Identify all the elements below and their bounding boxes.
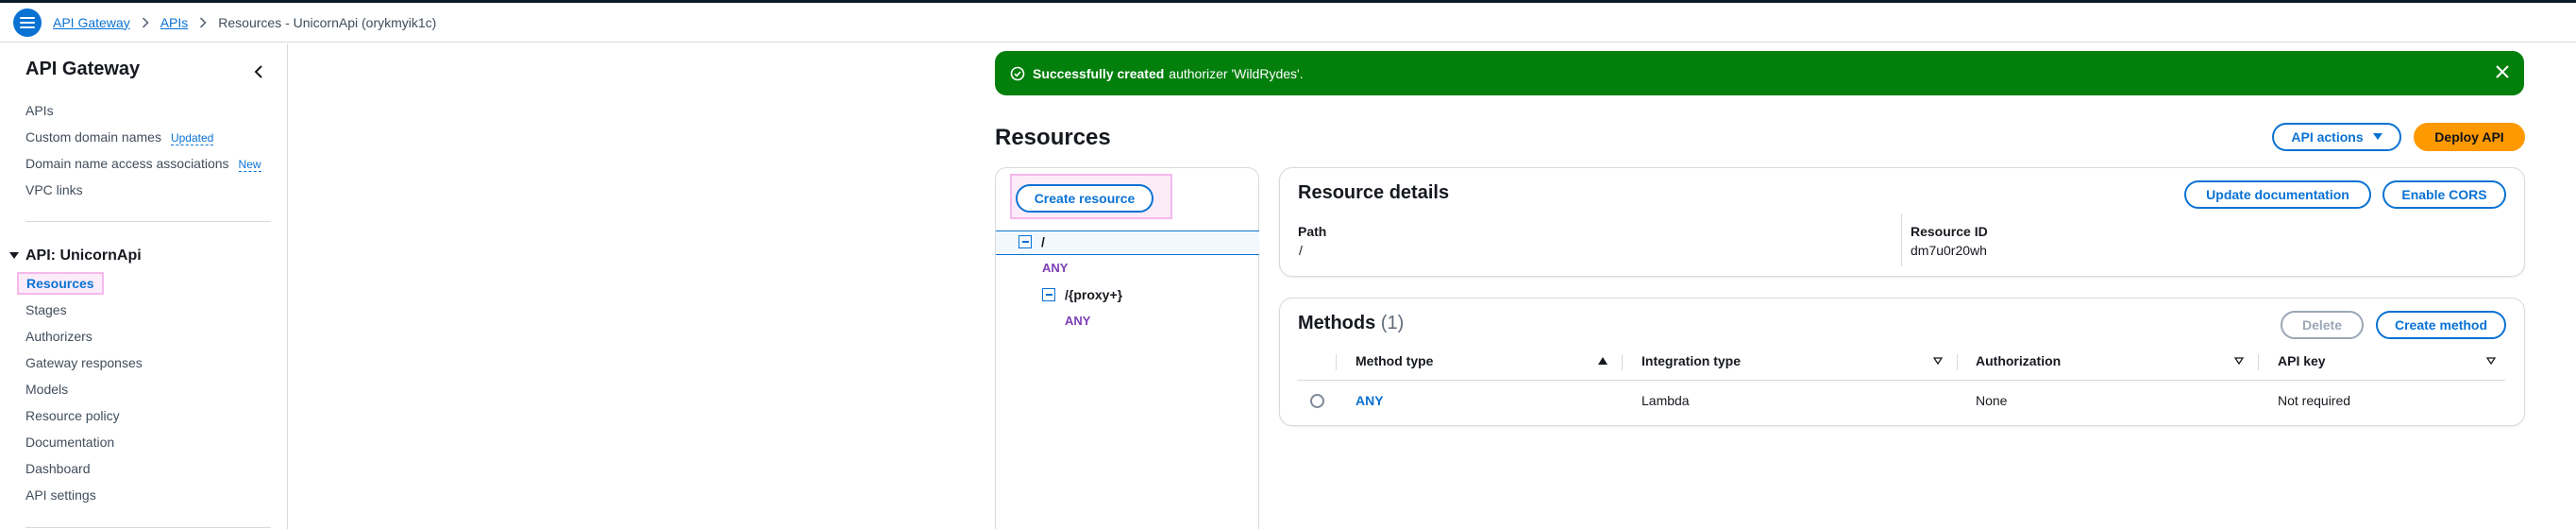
authorization-cell: None xyxy=(1976,393,2008,408)
caret-down-icon xyxy=(9,252,19,260)
tree-method-proxy-any[interactable]: ANY xyxy=(1065,314,1090,328)
close-icon[interactable] xyxy=(2494,63,2511,80)
resource-id-value: dm7u0r20wh xyxy=(1911,243,1987,258)
integration-type-cell: Lambda xyxy=(1642,393,1690,408)
sidebar-item-domain-name-access-associations[interactable]: Domain name access associations New xyxy=(25,156,261,172)
method-type-link[interactable]: ANY xyxy=(1355,393,1384,408)
tree-node-root[interactable]: / xyxy=(1019,234,1045,249)
sidebar-item-documentation[interactable]: Documentation xyxy=(25,435,114,450)
breadcrumb-api-gateway[interactable]: API Gateway xyxy=(53,15,130,30)
methods-title: Methods (1) xyxy=(1298,313,1405,333)
sidebar-item-authorizers[interactable]: Authorizers xyxy=(25,329,93,344)
sidebar-item-custom-domain-names[interactable]: Custom domain names Updated xyxy=(25,129,214,145)
collapse-node-icon[interactable] xyxy=(1042,288,1055,301)
enable-cors-button[interactable]: Enable CORS xyxy=(2382,180,2506,209)
side-navigation: API Gateway APIs Custom domain names Upda… xyxy=(0,43,288,529)
sidebar-title: API Gateway xyxy=(25,59,141,79)
sort-icon[interactable] xyxy=(2234,357,2244,365)
tree-node-proxy[interactable]: /{proxy+} xyxy=(1042,287,1122,302)
sidebar-section-api[interactable]: API: UnicornApi xyxy=(9,247,142,264)
path-label: Path xyxy=(1298,224,1327,239)
caret-down-icon xyxy=(2372,133,2382,141)
row-select-radio[interactable] xyxy=(1310,394,1324,408)
sidebar-divider xyxy=(25,527,271,528)
column-separator xyxy=(1622,354,1623,370)
new-badge: New xyxy=(238,158,261,172)
sidebar-item-resources[interactable]: Resources xyxy=(17,272,104,295)
column-header-api-key[interactable]: API key xyxy=(2278,353,2326,368)
table-header-divider xyxy=(1297,380,2505,381)
chevron-right-icon xyxy=(142,16,149,28)
sort-icon[interactable] xyxy=(1933,357,1943,365)
column-header-authorization[interactable]: Authorization xyxy=(1976,353,2061,368)
chevron-left-icon xyxy=(254,65,262,78)
sort-ascending-icon[interactable] xyxy=(1598,357,1608,365)
sidebar-item-api-settings[interactable]: API settings xyxy=(25,487,96,503)
flash-text: authorizer 'WildRydes'. xyxy=(1169,65,1304,81)
resource-details-title: Resource details xyxy=(1298,182,1450,203)
menu-button[interactable] xyxy=(13,8,42,37)
column-separator xyxy=(2258,354,2259,370)
resource-id-label: Resource ID xyxy=(1911,224,1988,239)
sidebar-item-models[interactable]: Models xyxy=(25,382,68,397)
api-actions-button[interactable]: API actions xyxy=(2272,123,2401,151)
flash-bold-text: Successfully created xyxy=(1033,65,1165,81)
sort-icon[interactable] xyxy=(2486,357,2496,365)
sidebar-item-resource-policy[interactable]: Resource policy xyxy=(25,408,120,423)
chevron-right-icon xyxy=(199,16,207,28)
column-header-integration-type[interactable]: Integration type xyxy=(1642,353,1741,368)
column-divider xyxy=(1901,213,1902,266)
api-key-cell: Not required xyxy=(2278,393,2351,408)
deploy-api-button[interactable]: Deploy API xyxy=(2414,123,2525,151)
methods-count: (1) xyxy=(1380,313,1405,333)
page-title: Resources xyxy=(995,125,1111,150)
collapse-sidebar-button[interactable] xyxy=(247,60,270,83)
update-documentation-button[interactable]: Update documentation xyxy=(2184,180,2371,209)
sidebar-item-stages[interactable]: Stages xyxy=(25,302,67,317)
sidebar-item-apis[interactable]: APIs xyxy=(25,103,54,118)
sidebar-divider xyxy=(25,221,271,222)
delete-method-button[interactable]: Delete xyxy=(2281,311,2364,339)
column-header-method-type[interactable]: Method type xyxy=(1355,353,1433,368)
column-separator xyxy=(1957,354,1958,370)
create-resource-button[interactable]: Create resource xyxy=(1016,184,1153,213)
breadcrumb-apis[interactable]: APIs xyxy=(160,15,189,30)
sidebar-item-dashboard[interactable]: Dashboard xyxy=(25,461,91,476)
path-value: / xyxy=(1299,243,1303,258)
breadcrumb-current: Resources - UnicornApi (orykmyik1c) xyxy=(218,14,437,30)
breadcrumb: API Gateway APIs Resources - UnicornApi … xyxy=(0,3,2576,43)
create-method-button[interactable]: Create method xyxy=(2376,311,2506,339)
tree-method-root-any[interactable]: ANY xyxy=(1042,261,1068,275)
success-flash-message: Successfully created authorizer 'WildRyd… xyxy=(995,51,2524,95)
collapse-node-icon[interactable] xyxy=(1019,235,1032,248)
success-check-icon xyxy=(1010,66,1025,81)
updated-badge: Updated xyxy=(170,131,214,145)
column-separator xyxy=(1336,354,1337,370)
sidebar-item-vpc-links[interactable]: VPC links xyxy=(25,182,83,197)
resource-tree-panel: Create resource / ANY /{proxy+} ANY xyxy=(995,167,1259,529)
sidebar-item-gateway-responses[interactable]: Gateway responses xyxy=(25,355,143,370)
hamburger-icon xyxy=(20,16,35,28)
